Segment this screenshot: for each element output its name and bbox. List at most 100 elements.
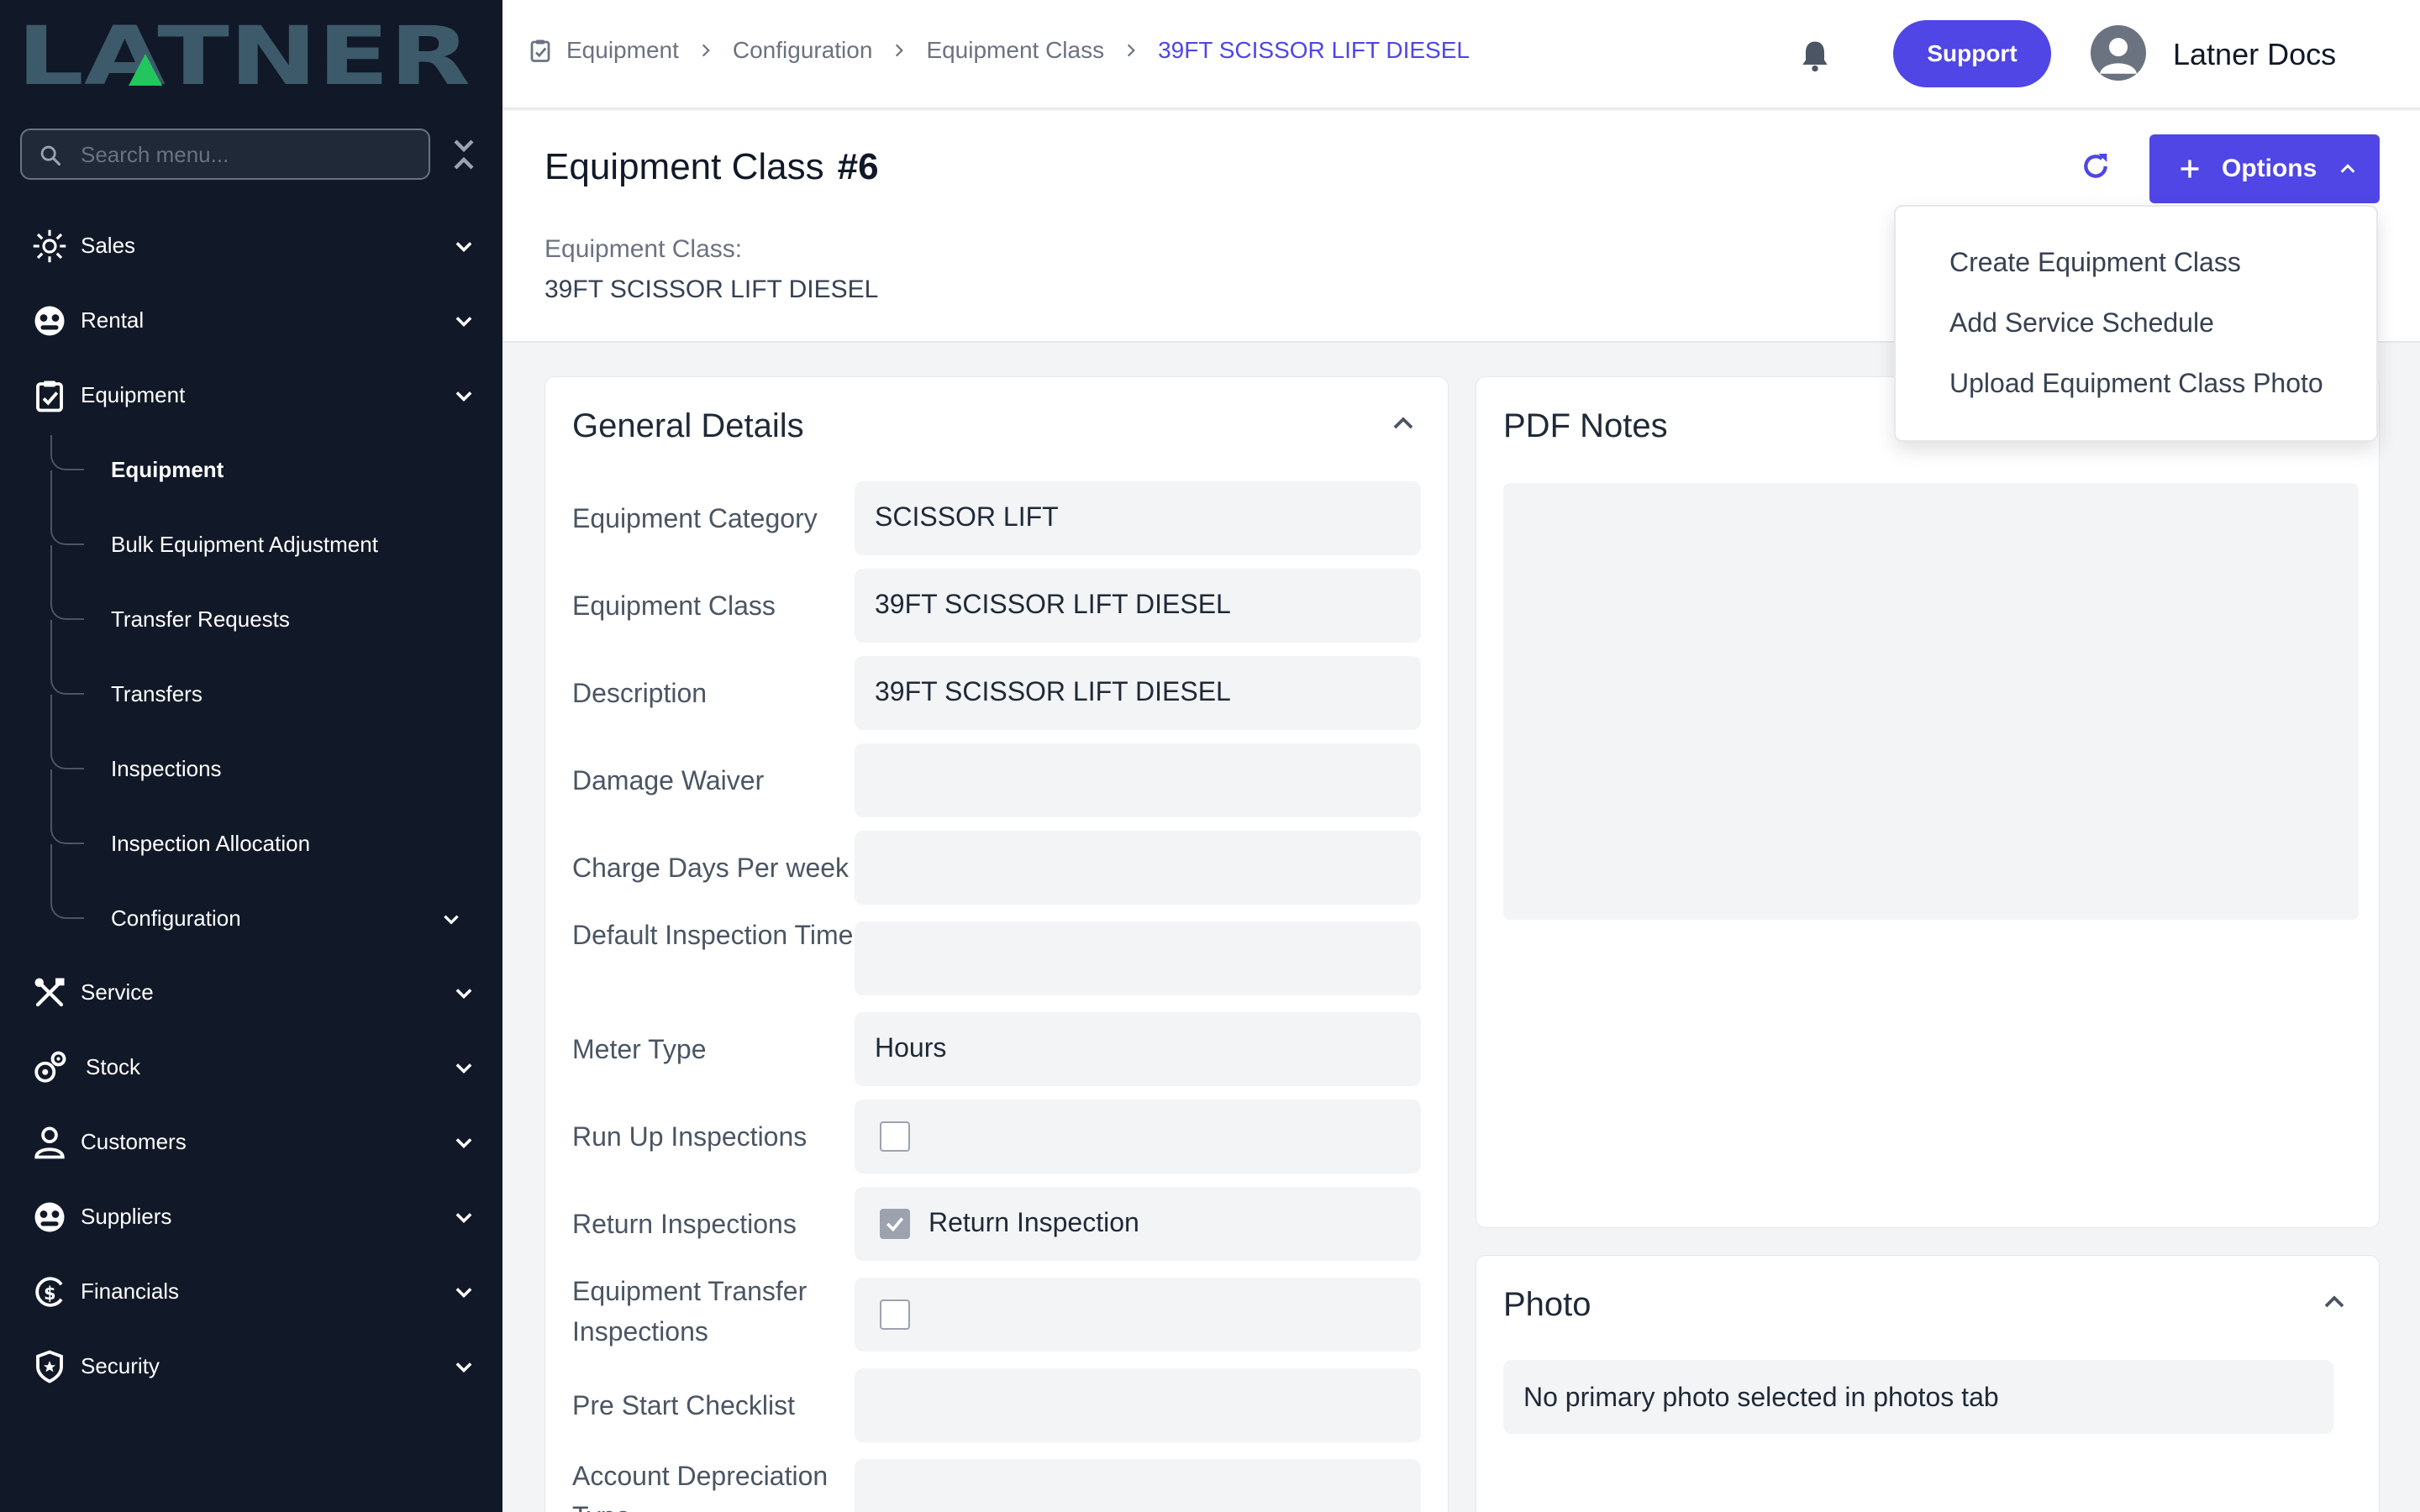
sidebar-subitem-transfers[interactable]: Transfers xyxy=(50,620,479,727)
meter-type-field[interactable]: Hours xyxy=(855,1012,1421,1086)
options-button[interactable]: Options xyxy=(2149,134,2380,203)
tree-connector xyxy=(50,844,84,919)
svg-text:$: $ xyxy=(44,1284,56,1304)
account-depreciation-type-field[interactable] xyxy=(855,1459,1421,1512)
sidebar-item-label: Security xyxy=(81,1353,160,1378)
sidebar-subitem-bulk-equipment-adjustment[interactable]: Bulk Equipment Adjustment xyxy=(50,470,479,577)
chevron-down-icon xyxy=(455,391,472,402)
sidebar-item-stock[interactable]: Stock xyxy=(0,1033,502,1100)
latner-logo[interactable]: LATNER xyxy=(17,20,471,89)
equipment-class-value: 39FT SCISSOR LIFT DIESEL xyxy=(544,276,879,303)
equipment-transfer-inspections-checkbox[interactable] xyxy=(880,1299,910,1330)
equipment-transfer-inspections-field xyxy=(855,1278,1421,1352)
field-label: Equipment Transfer Inspections xyxy=(572,1276,808,1347)
damage-waiver-field[interactable] xyxy=(855,743,1421,817)
sidebar-subitem-label: Transfer Requests xyxy=(111,606,290,632)
sidebar-item-customers[interactable]: Customers xyxy=(0,1108,502,1175)
sidebar-item-label: Financials xyxy=(81,1278,180,1304)
charge-days-per-week-field[interactable] xyxy=(855,831,1421,905)
field-label: Charge Days Per week xyxy=(572,853,850,883)
check-icon xyxy=(886,1217,904,1232)
sidebar-subitem-transfer-requests[interactable]: Transfer Requests xyxy=(50,545,479,652)
sidebar: LATNER Sales Rental Equipment Equipment … xyxy=(0,0,502,1512)
options-label: Options xyxy=(2222,155,2317,182)
upload-equipment-class-photo-item[interactable]: Upload Equipment Class Photo xyxy=(1949,368,2323,399)
menu-search xyxy=(20,129,430,180)
avatar[interactable] xyxy=(2091,25,2146,81)
return-inspection-checkbox[interactable] xyxy=(880,1209,910,1239)
sidebar-item-label: Equipment xyxy=(81,382,186,407)
breadcrumb-configuration[interactable]: Configuration xyxy=(733,37,873,64)
sidebar-item-suppliers[interactable]: Suppliers xyxy=(0,1183,502,1250)
card-title: PDF Notes xyxy=(1503,407,1668,444)
sidebar-item-label: Suppliers xyxy=(81,1204,172,1229)
sidebar-subitem-label: Configuration xyxy=(111,906,241,931)
sidebar-item-service[interactable]: Service xyxy=(0,958,502,1026)
rental-icon xyxy=(34,306,65,336)
tree-connector xyxy=(50,435,84,470)
sidebar-subitem-configuration[interactable]: Configuration xyxy=(50,844,479,951)
equipment-class-field[interactable]: 39FT SCISSOR LIFT DIESEL xyxy=(855,569,1421,643)
chevron-down-icon xyxy=(455,1213,472,1223)
chevron-right-icon xyxy=(702,44,710,57)
equipment-category-field[interactable]: SCISSOR LIFT xyxy=(855,481,1421,555)
field-label: Equipment Category xyxy=(572,503,818,533)
stock-icon xyxy=(34,1051,66,1083)
breadcrumb-equipment[interactable]: Equipment xyxy=(566,37,679,64)
clipboard-icon xyxy=(530,39,550,62)
photo-card: Photo No primary photo selected in photo… xyxy=(1476,1255,2380,1512)
user-icon xyxy=(2100,38,2137,74)
equipment-class-label: Equipment Class: xyxy=(544,235,743,263)
run-up-inspections-checkbox[interactable] xyxy=(880,1121,910,1152)
tree-connector xyxy=(50,769,84,844)
search-menu-input[interactable] xyxy=(81,137,417,172)
sidebar-item-label: Sales xyxy=(81,233,136,258)
create-equipment-class-item[interactable]: Create Equipment Class xyxy=(1949,247,2241,278)
field-label: Default Inspection Time xyxy=(572,920,854,950)
sidebar-subitem-inspection-allocation[interactable]: Inspection Allocation xyxy=(50,769,479,876)
field-value: SCISSOR LIFT xyxy=(875,501,1059,532)
page-title: Equipment Class #6 xyxy=(544,146,879,188)
pre-start-checklist-field[interactable] xyxy=(855,1368,1421,1442)
sidebar-subitem-label: Bulk Equipment Adjustment xyxy=(111,532,378,557)
sidebar-item-equipment[interactable]: Equipment xyxy=(0,361,502,428)
chevron-down-icon xyxy=(455,989,472,999)
search-icon xyxy=(40,145,61,166)
chevron-right-icon xyxy=(1127,44,1135,57)
person-icon xyxy=(34,1126,65,1159)
collapse-sidebar-icon[interactable] xyxy=(450,136,477,173)
sidebar-item-financials[interactable]: $ Financials xyxy=(0,1257,502,1325)
default-inspection-time-field[interactable] xyxy=(855,921,1421,995)
return-inspections-field: Return Inspection xyxy=(855,1187,1421,1261)
pdf-notes-editor[interactable] xyxy=(1503,483,2359,920)
sidebar-item-security[interactable]: Security xyxy=(0,1332,502,1399)
user-name[interactable]: Latner Docs xyxy=(2173,37,2336,72)
sidebar-item-sales[interactable]: Sales xyxy=(0,212,502,279)
tools-icon xyxy=(34,978,65,1007)
sidebar-subitem-label: Equipment xyxy=(111,457,224,482)
chevron-up-icon[interactable] xyxy=(2322,1289,2347,1315)
breadcrumb-current: 39FT SCISSOR LIFT DIESEL xyxy=(1158,37,1470,63)
chevron-up-icon[interactable] xyxy=(1391,411,1416,436)
add-service-schedule-item[interactable]: Add Service Schedule xyxy=(1949,307,2214,339)
support-button[interactable]: Support xyxy=(1893,20,2051,87)
description-field[interactable]: 39FT SCISSOR LIFT DIESEL xyxy=(855,656,1421,730)
chevron-down-icon xyxy=(444,915,459,925)
refresh-icon[interactable] xyxy=(2079,150,2112,183)
sidebar-subitem-inspections[interactable]: Inspections xyxy=(50,695,479,801)
sidebar-subitem-equipment[interactable]: Equipment xyxy=(50,435,479,502)
chevron-down-icon xyxy=(455,1362,472,1373)
field-value: 39FT SCISSOR LIFT DIESEL xyxy=(875,676,1231,706)
field-label: Run Up Inspections xyxy=(572,1121,808,1152)
sidebar-subitem-label: Transfers xyxy=(111,681,203,706)
bell-icon[interactable] xyxy=(1797,37,1833,74)
sidebar-subitem-label: Inspection Allocation xyxy=(111,831,311,856)
svg-text:LATNER: LATNER xyxy=(17,20,471,89)
sidebar-item-rental[interactable]: Rental xyxy=(0,286,502,354)
field-label: Return Inspections xyxy=(572,1209,797,1239)
breadcrumb-equipment-class[interactable]: Equipment Class xyxy=(926,37,1104,64)
chevron-up-icon xyxy=(2340,164,2355,173)
tree-connector xyxy=(50,470,84,545)
top-bar: Equipment Configuration Equipment Class … xyxy=(502,0,2420,109)
sidebar-item-label: Customers xyxy=(81,1129,187,1154)
